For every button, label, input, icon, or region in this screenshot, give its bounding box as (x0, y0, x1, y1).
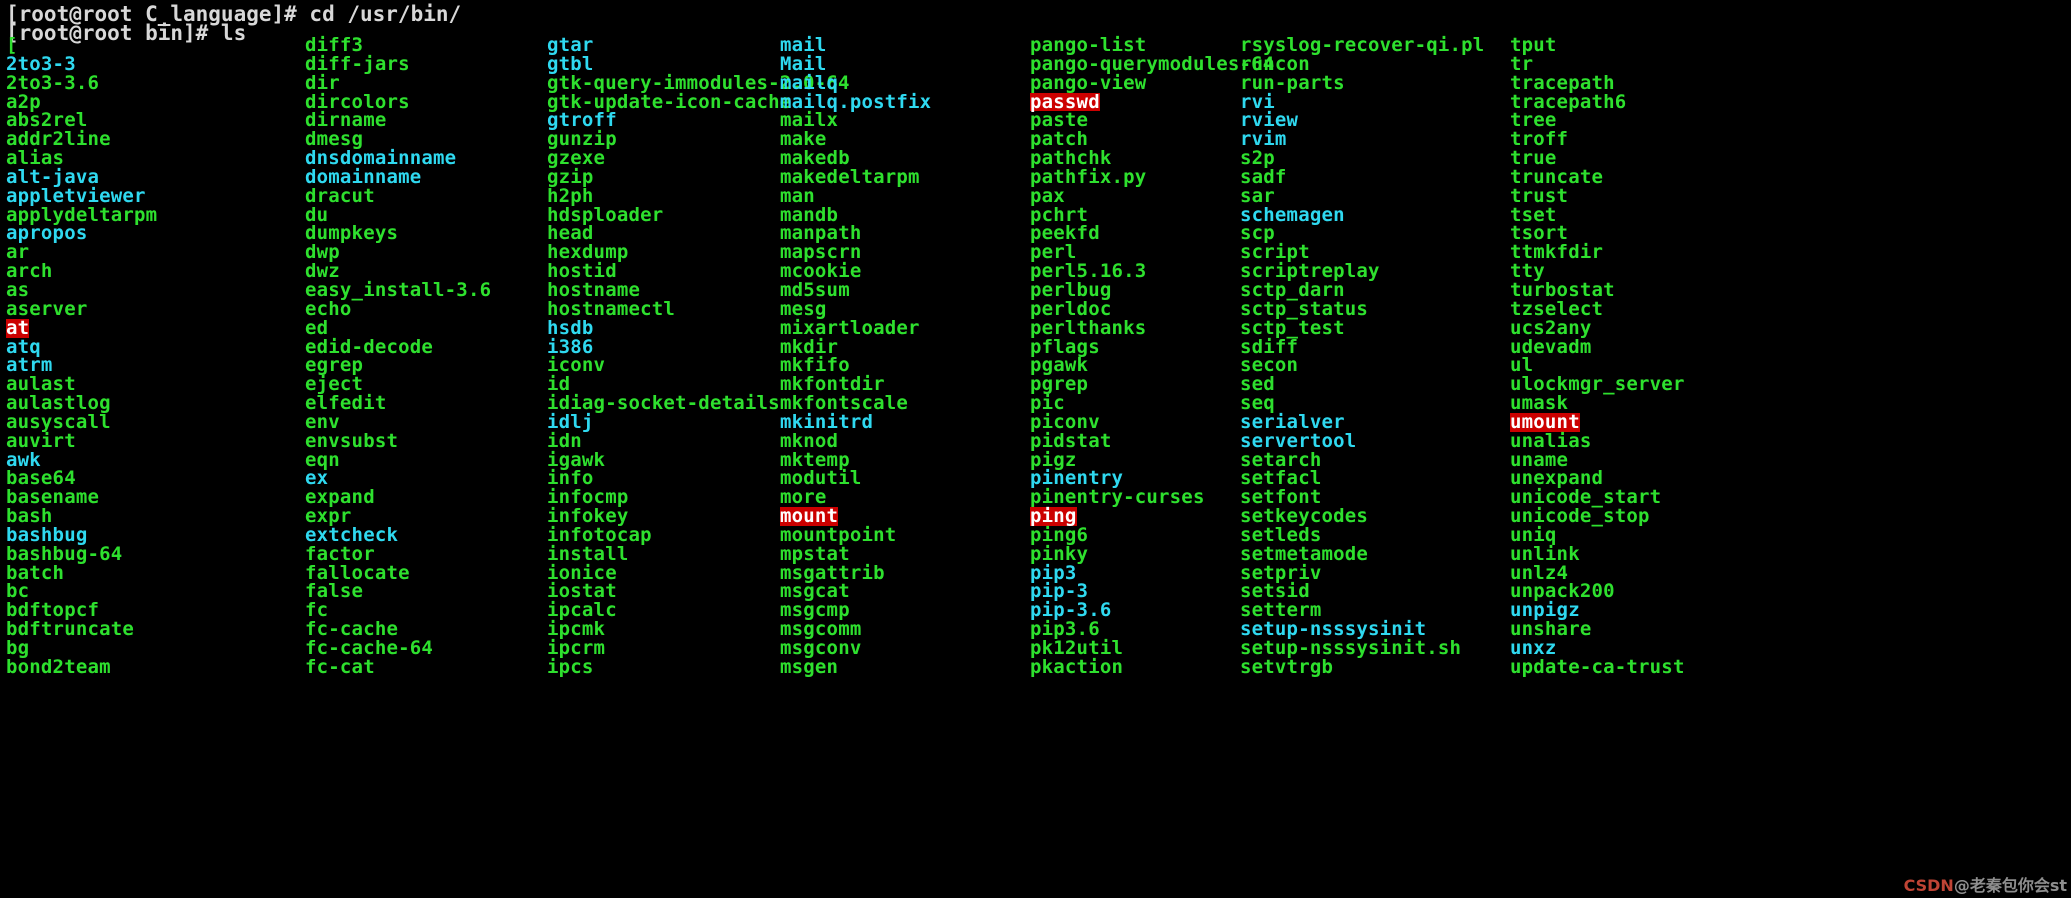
ls-column-3: gtar gtbl gtk-query-immodules-2.0-64 gtk-up… (547, 36, 849, 678)
ls-entry: gzip (547, 165, 594, 188)
ls-entry: ipcs (547, 655, 594, 678)
ls-entry: pathfix.py (1030, 165, 1147, 188)
ls-entry: perlthanks (1030, 316, 1147, 339)
ls-entry: ausyscall (6, 410, 111, 433)
ls-entry: factor (305, 542, 375, 565)
ls-entry: piconv (1030, 410, 1100, 433)
ls-entry: idlj (547, 410, 594, 433)
ls-entry: fc-cat (305, 655, 375, 678)
ls-entry: aserver (6, 297, 88, 320)
ls-entry: mpstat (780, 542, 850, 565)
ls-entry: pkaction (1030, 655, 1124, 678)
ls-entry: infotocap (547, 523, 652, 546)
ls-entry: mountpoint (780, 523, 897, 546)
ls-entry: serialver (1240, 410, 1345, 433)
ls-entry: 2to3-3.6 (6, 71, 100, 94)
ls-column-2: diff3 diff-jars dir dircolors dirname dmesg dn… (305, 36, 547, 677)
ls-entry: trust (1510, 184, 1569, 207)
ls-entry: mkinitrd (780, 410, 874, 433)
ls-entry: 2to3-3 (6, 52, 76, 75)
ls-entry: uniq (1510, 523, 1557, 546)
ls-entry: domainname (305, 165, 422, 188)
ls-entry: dir (305, 71, 340, 94)
watermark-csdn: CSDN (1903, 876, 1954, 895)
ls-entry: appletviewer (6, 184, 146, 207)
ls-entry: md5sum (780, 278, 850, 301)
ls-entry: unalias (1510, 429, 1592, 452)
ls-entry: ed (305, 316, 329, 339)
ls-entry: setvtrgb (1240, 655, 1334, 678)
ls-entry: easy_install-3.6 (305, 278, 492, 301)
ls-column-5: pango-list pango-querymodules-64 pango-vie… (1030, 36, 1274, 678)
ls-entry: idn (547, 429, 582, 452)
ls-entry: sctp_darn (1240, 278, 1345, 301)
ls-entry: update-ca-trust (1510, 655, 1685, 678)
ls-entry: envsubst (305, 429, 399, 452)
watermark-text: @老秦包你会st (1953, 876, 2067, 895)
ls-entry: sadf (1240, 165, 1287, 188)
ls-entry: mesg (780, 297, 827, 320)
ls-entry: at (6, 316, 30, 339)
ls-entry: run-parts (1240, 71, 1345, 94)
ls-entry: as (6, 278, 30, 301)
ls-entry: servertool (1240, 429, 1357, 452)
ls-column-7: tput tr tracepath tracepath6 tree troff true tr… (1510, 36, 1770, 677)
ls-entry: pax (1030, 184, 1065, 207)
ls-entry: bashbug-64 (6, 542, 123, 565)
ls-output-grid: [2to3-3 2to3-3.6 a2p abs2rel addr2line alias a… (0, 36, 2071, 677)
ls-entry: pango-querymodules-64 (1030, 52, 1275, 75)
ls-entry: unlink (1510, 542, 1580, 565)
ls-entry: mknod (780, 429, 839, 452)
ls-entry: bashbug (6, 523, 88, 546)
ls-entry: sar (1240, 184, 1275, 207)
ls-entry: sctp_test (1240, 316, 1345, 339)
ls-entry: dracut (305, 184, 375, 207)
ls-entry: ucs2any (1510, 316, 1592, 339)
ls-entry: bond2team (6, 655, 111, 678)
terminal-window[interactable]: [root@root C_language]# cd /usr/bin/ [ro… (0, 0, 2071, 898)
watermark: CSDN@老秦包你会st (1904, 872, 2067, 896)
ls-entry: mailq (780, 71, 839, 94)
ls-entry: alt-java (6, 165, 100, 188)
ls-entry: diff-jars (305, 52, 410, 75)
ls-entry: truncate (1510, 165, 1604, 188)
ls-entry: perlbug (1030, 278, 1112, 301)
ls-entry: tr (1510, 52, 1534, 75)
ls-entry: install (547, 542, 629, 565)
ls-entry: man (780, 184, 815, 207)
ls-entry: mixartloader (780, 316, 920, 339)
ls-entry: perldoc (1030, 297, 1112, 320)
ls-entry: tzselect (1510, 297, 1604, 320)
ls-column-4: mail Mail mailq mailq.postfix mailx make maked… (780, 36, 1030, 677)
ls-entry: gtbl (547, 52, 594, 75)
ls-entry: setmetamode (1240, 542, 1369, 565)
ls-entry: h2ph (547, 184, 594, 207)
ls-entry: tracepath (1510, 71, 1615, 94)
ls-entry: setleds (1240, 523, 1322, 546)
ls-column-6: rsyslog-recover-qi.pl runcon run-parts rvi r… (1240, 36, 1510, 677)
ls-entry: turbostat (1510, 278, 1615, 301)
ls-entry: hostnamectl (547, 297, 676, 320)
ls-entry: hsdb (547, 316, 594, 339)
ls-entry: pidstat (1030, 429, 1112, 452)
ls-entry: auvirt (6, 429, 76, 452)
ls-entry: env (305, 410, 340, 433)
ls-entry: msgen (780, 655, 839, 678)
ls-entry: ping6 (1030, 523, 1089, 546)
ls-entry: extcheck (305, 523, 399, 546)
ls-entry: sctp_status (1240, 297, 1369, 320)
ls-column-1: [2to3-3 2to3-3.6 a2p abs2rel addr2line alias a… (0, 36, 305, 677)
ls-entry: umount (1510, 410, 1580, 433)
ls-entry: echo (305, 297, 352, 320)
ls-entry: runcon (1240, 52, 1310, 75)
ls-entry: Mail (780, 52, 827, 75)
ls-entry: makedeltarpm (780, 165, 920, 188)
ls-entry: pango-view (1030, 71, 1147, 94)
ls-entry: pinky (1030, 542, 1089, 565)
ls-entry: hostname (547, 278, 641, 301)
